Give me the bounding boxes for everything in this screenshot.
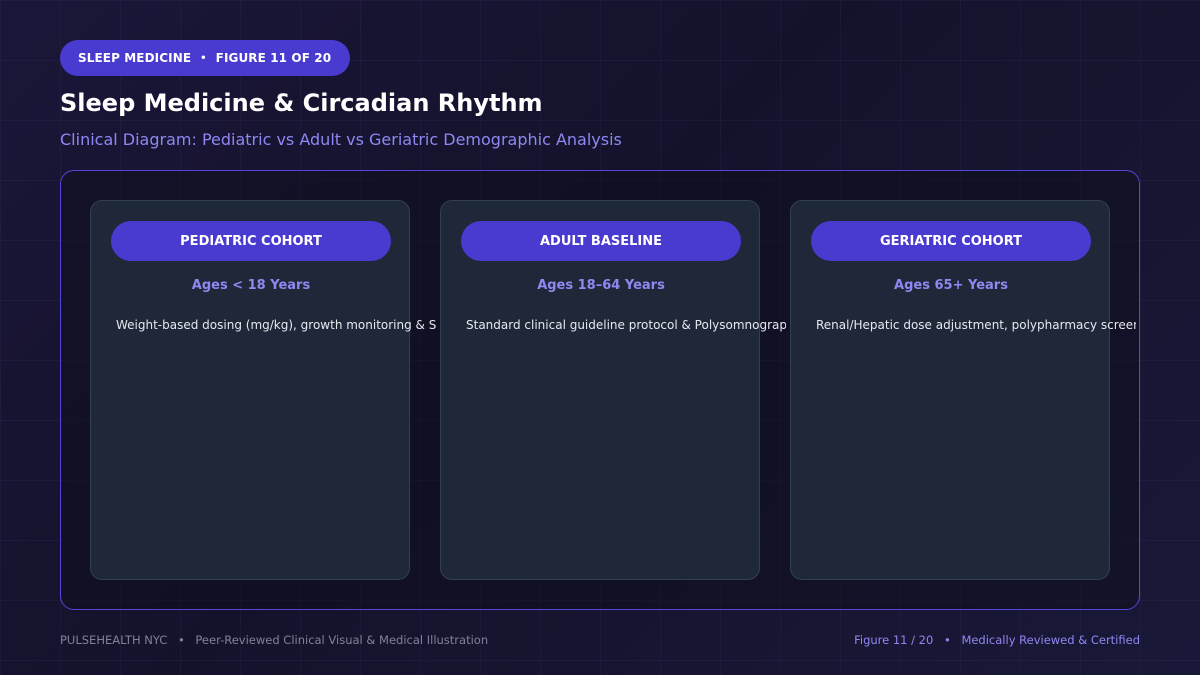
footer-tagline: Peer-Reviewed Clinical Visual & Medical … <box>195 633 489 647</box>
card-title: ADULT BASELINE <box>461 221 741 261</box>
card-description: Standard clinical guideline protocol & P… <box>466 318 786 332</box>
footer-figure: Figure 11 / 20 <box>854 633 934 647</box>
page-title: Sleep Medicine & Circadian Rhythm <box>60 89 543 117</box>
footer-certification: Medically Reviewed & Certified <box>961 633 1140 647</box>
footer-separator: • <box>943 633 951 647</box>
card-ages: Ages 18–64 Years <box>537 278 665 293</box>
pill-separator: • <box>200 52 207 64</box>
pediatric-cohort-card: PEDIATRIC COHORT Ages < 18 Years Weight-… <box>90 200 436 580</box>
card-ages: Ages < 18 Years <box>191 278 311 293</box>
footer-separator: • <box>177 633 185 647</box>
page-subtitle: Clinical Diagram: Pediatric vs Adult vs … <box>60 130 622 149</box>
card-title: PEDIATRIC COHORT <box>111 221 391 261</box>
footer-left: PULSEHEALTH NYC • Peer-Reviewed Clinical… <box>60 633 488 647</box>
pill-figure: FIGURE 11 OF 20 <box>215 51 332 65</box>
card-title: GERIATRIC COHORT <box>811 221 1091 261</box>
card-description: Weight-based dosing (mg/kg), growth moni… <box>116 318 436 332</box>
card-description: Renal/Hepatic dose adjustment, polypharm… <box>816 318 1136 332</box>
geriatric-cohort-card: GERIATRIC COHORT Ages 65+ Years Renal/He… <box>790 200 1136 580</box>
adult-baseline-card: ADULT BASELINE Ages 18–64 Years Standard… <box>440 200 786 580</box>
footer-right: Figure 11 / 20 • Medically Reviewed & Ce… <box>854 633 1140 647</box>
card-ages: Ages 65+ Years <box>894 278 1008 293</box>
category-pill: SLEEP MEDICINE • FIGURE 11 OF 20 <box>60 40 350 76</box>
footer-brand: PULSEHEALTH NYC <box>60 633 168 647</box>
pill-category: SLEEP MEDICINE <box>78 51 192 65</box>
